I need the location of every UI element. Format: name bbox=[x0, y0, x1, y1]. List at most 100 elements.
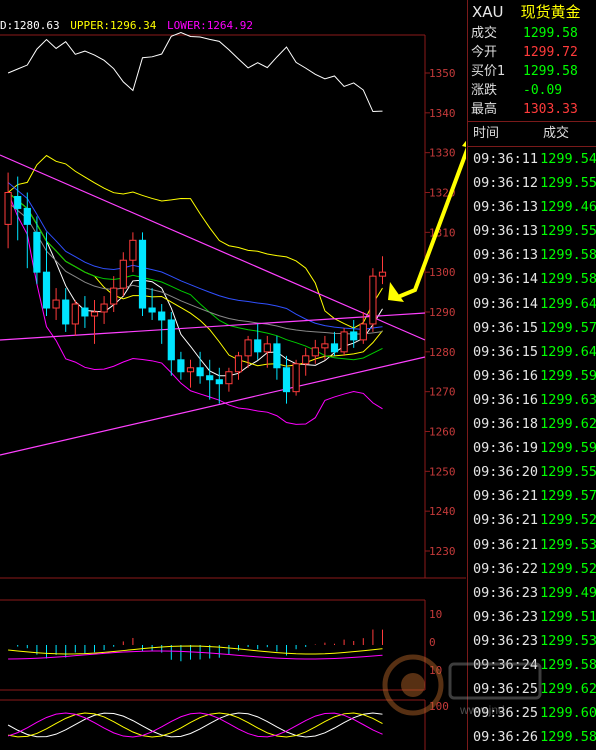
candle-body bbox=[42, 271, 51, 309]
candle-body bbox=[369, 275, 377, 325]
candle-body bbox=[350, 331, 358, 341]
tick-price: 1299.51 bbox=[540, 608, 596, 625]
candle-body bbox=[359, 323, 367, 341]
symbol-code: XAU bbox=[472, 3, 504, 21]
tick-row: 09:36:11 1299.54 bbox=[468, 147, 596, 171]
candle-body bbox=[263, 343, 271, 353]
quote-rows: 成交 1299.58 今开 1299.72 买价1 1299.58 涨跌 -0.09 最高 130… bbox=[468, 24, 596, 119]
tick-price: 1299.62 bbox=[540, 416, 596, 433]
tick-time: 09:36:15 bbox=[473, 319, 539, 336]
tick-price: 1299.58 bbox=[540, 247, 596, 264]
kdj-line bbox=[7, 712, 383, 738]
tick-price: 1299.57 bbox=[540, 488, 596, 505]
candle-body bbox=[90, 311, 99, 317]
tick-row: 09:36:21 1299.53 bbox=[468, 533, 596, 557]
price-tick-label: 1230 bbox=[429, 545, 456, 558]
candle-body bbox=[33, 231, 41, 273]
kdj-line bbox=[8, 712, 383, 738]
quote-row-label: 成交 bbox=[471, 26, 498, 41]
tick-time: 09:36:20 bbox=[473, 464, 539, 481]
candle-body bbox=[129, 239, 137, 261]
price-tick-label: 1240 bbox=[429, 505, 456, 518]
tick-time: 09:36:22 bbox=[473, 560, 539, 577]
candle-body bbox=[4, 192, 12, 225]
tick-time: 09:36:21 bbox=[473, 488, 539, 505]
boll-mid-value: D:1280.63 bbox=[0, 19, 60, 32]
candle-body bbox=[234, 355, 243, 373]
bollinger-indicator-bar: D:1280.63 UPPER:1296.34 LOWER:1264.92 bbox=[0, 19, 257, 32]
quote-row-value: -0.09 bbox=[523, 83, 563, 98]
tick-price: 1299.52 bbox=[540, 560, 596, 577]
tick-time: 09:36:19 bbox=[473, 440, 539, 457]
quote-row-label: 今开 bbox=[471, 45, 498, 60]
tick-row: 09:36:14 1299.58 bbox=[468, 267, 596, 291]
tick-row: 09:36:23 1299.53 bbox=[468, 629, 596, 653]
tick-time: 09:36:26 bbox=[473, 729, 539, 746]
tick-price: 1299.55 bbox=[540, 223, 596, 240]
watermark-text: www.jnd bbox=[459, 703, 505, 717]
price-tick-label: 1290 bbox=[429, 306, 456, 319]
tick-row: 09:36:23 1299.51 bbox=[468, 605, 596, 629]
price-tick-label: 1270 bbox=[429, 386, 456, 399]
ma20-line bbox=[7, 192, 383, 361]
boll-upper-value: UPPER:1296.34 bbox=[70, 19, 157, 32]
tick-header-price: 成交 bbox=[543, 126, 570, 141]
candle-body bbox=[330, 343, 339, 353]
tick-time: 09:36:11 bbox=[473, 151, 539, 167]
candle-body bbox=[119, 259, 127, 289]
tick-price: 1299.57 bbox=[540, 319, 596, 336]
kdj-line bbox=[7, 712, 383, 738]
tick-time: 09:36:23 bbox=[473, 584, 539, 601]
price-tick-label: 1260 bbox=[429, 426, 456, 439]
tick-time: 09:36:21 bbox=[473, 512, 539, 529]
watermark-logo: www.jnd bbox=[382, 654, 542, 717]
tick-row: 09:36:23 1299.49 bbox=[468, 581, 596, 605]
tick-price: 1299.54 bbox=[540, 151, 596, 167]
tick-row: 09:36:13 1299.58 bbox=[468, 243, 596, 267]
candle-body bbox=[244, 339, 252, 357]
quote-row-value: 1299.58 bbox=[523, 26, 578, 41]
tick-row: 09:36:13 1299.55 bbox=[468, 219, 596, 243]
tick-price: 1299.46 bbox=[540, 199, 596, 216]
tick-price: 1299.55 bbox=[540, 175, 596, 192]
tick-row: 09:36:15 1299.57 bbox=[468, 316, 596, 340]
quote-row-value: 1299.72 bbox=[523, 45, 578, 60]
price-tick-label: 1340 bbox=[429, 107, 456, 120]
kline-chart-area[interactable]: 1350 1340 1330 1320 1310 1300 1290 1280 1270 1260… bbox=[0, 0, 466, 750]
candle-body bbox=[71, 303, 79, 325]
tick-price: 1299.49 bbox=[540, 584, 596, 601]
tick-row: 09:36:26 1299.58 bbox=[468, 725, 596, 749]
candle-body bbox=[378, 271, 387, 277]
kline-chart[interactable]: 1350134013301320131013001290128012701260… bbox=[0, 0, 466, 750]
tick-price: 1299.64 bbox=[540, 295, 596, 312]
candle-body bbox=[148, 307, 156, 313]
candle-body bbox=[81, 307, 89, 317]
tick-time: 09:36:16 bbox=[473, 391, 539, 408]
candle-body bbox=[215, 379, 223, 385]
macd-dea-line bbox=[8, 645, 383, 655]
tick-row: 09:36:21 1299.57 bbox=[468, 484, 596, 508]
candle-body bbox=[273, 343, 281, 369]
quote-row: 今开 1299.72 bbox=[468, 43, 596, 62]
price-tick-label: 1330 bbox=[429, 147, 456, 160]
tick-row: 09:36:13 1299.46 bbox=[468, 195, 596, 219]
sub1-tick-label: 10 bbox=[429, 608, 442, 621]
quote-row-label: 涨跌 bbox=[471, 83, 498, 98]
candle-body bbox=[62, 299, 70, 325]
candle-body bbox=[196, 367, 204, 377]
trendline-lower bbox=[0, 356, 426, 456]
macd-signal-line bbox=[8, 650, 383, 660]
quote-row-value: 1303.33 bbox=[523, 102, 578, 117]
candle-body bbox=[167, 319, 175, 361]
candle-body bbox=[23, 207, 31, 225]
tick-price: 1299.59 bbox=[540, 367, 596, 384]
tick-row: 09:36:15 1299.64 bbox=[468, 340, 596, 364]
quote-row-label: 最高 bbox=[471, 102, 498, 117]
tick-price: 1299.53 bbox=[540, 632, 596, 649]
tick-time: 09:36:16 bbox=[473, 367, 539, 384]
tick-price: 1299.63 bbox=[540, 391, 596, 408]
quote-row-label: 买价1 bbox=[471, 64, 506, 79]
candle-body bbox=[206, 375, 214, 381]
candle-body bbox=[14, 195, 22, 209]
tick-row: 09:36:12 1299.55 bbox=[468, 171, 596, 195]
